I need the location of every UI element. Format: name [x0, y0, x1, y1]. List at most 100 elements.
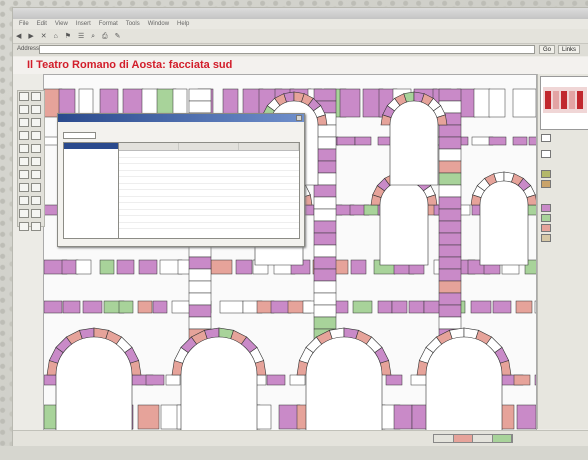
stop-icon[interactable]: ✕ — [41, 32, 47, 40]
masonry-block — [350, 259, 367, 275]
print-icon[interactable]: ⎙ — [102, 33, 108, 41]
property-cell — [239, 171, 299, 177]
menu-item-edit[interactable]: Edit — [37, 21, 47, 27]
overview-thumbnail[interactable] — [540, 76, 588, 130]
pillar-block — [438, 184, 462, 198]
property-cell — [179, 184, 239, 190]
tool-icon[interactable] — [31, 118, 41, 127]
masonry-block — [377, 300, 393, 314]
pillar-block — [438, 268, 462, 282]
layer-swatch — [541, 169, 551, 178]
property-row[interactable] — [119, 223, 299, 229]
property-table — [118, 142, 300, 239]
menu-item-window[interactable]: Window — [148, 21, 169, 27]
tool-icon[interactable] — [31, 105, 41, 114]
pillar-block — [188, 292, 212, 306]
go-button[interactable]: Go — [539, 45, 556, 54]
masonry-block — [488, 136, 507, 146]
arch-opening — [55, 336, 133, 430]
masonry-block — [235, 259, 253, 275]
layer-swatch — [541, 179, 551, 188]
edit-icon[interactable]: ✎ — [115, 32, 121, 40]
close-icon[interactable] — [296, 115, 302, 121]
tool-icon[interactable] — [31, 144, 41, 153]
menu-item-tools[interactable]: Tools — [126, 21, 140, 27]
masonry-block — [516, 404, 536, 430]
search-icon[interactable]: ⌕ — [91, 33, 95, 41]
property-cell — [179, 171, 239, 177]
pillar-block — [188, 316, 212, 330]
dialog-field[interactable] — [63, 132, 96, 139]
tool-icon[interactable] — [19, 92, 29, 101]
bookmark-icon[interactable]: ⚑ — [65, 32, 71, 40]
property-cell — [179, 210, 239, 216]
pillar-block — [438, 148, 462, 162]
tool-icon[interactable] — [31, 157, 41, 166]
dialog-title — [58, 114, 304, 122]
tool-icon[interactable] — [31, 222, 41, 231]
tool-icon[interactable] — [19, 144, 29, 153]
tool-icon[interactable] — [31, 92, 41, 101]
dialog-list[interactable] — [63, 142, 119, 239]
back-icon[interactable]: ◀ — [16, 32, 21, 40]
tool-icon[interactable] — [31, 183, 41, 192]
masonry-block — [210, 259, 233, 275]
tool-icon[interactable] — [19, 118, 29, 127]
menubar: File Edit View Insert Format Tools Windo… — [13, 19, 588, 29]
tool-icon[interactable] — [19, 209, 29, 218]
masonry-block — [99, 259, 115, 275]
tool-icon[interactable] — [31, 170, 41, 179]
layer-swatch — [541, 133, 551, 142]
menu-item-file[interactable]: File — [19, 21, 29, 27]
pillar-block — [313, 292, 337, 306]
pillar-block — [188, 280, 212, 294]
property-cell — [179, 177, 239, 183]
home-icon[interactable]: ⌂ — [54, 33, 58, 40]
masonry-block — [488, 88, 506, 118]
tool-icon[interactable] — [19, 183, 29, 192]
pillar-block — [438, 220, 462, 234]
pillar-block — [313, 304, 337, 318]
property-cell — [179, 158, 239, 164]
tool-icon[interactable] — [31, 196, 41, 205]
property-cell — [119, 177, 179, 183]
tool-icon[interactable] — [19, 105, 29, 114]
links-button[interactable]: Links — [558, 45, 581, 54]
column-header[interactable] — [239, 143, 299, 150]
tool-icon[interactable] — [31, 209, 41, 218]
selected-list-item[interactable] — [64, 143, 118, 149]
tool-icon[interactable] — [19, 170, 29, 179]
tool-icon[interactable] — [19, 131, 29, 140]
masonry-block — [165, 374, 181, 386]
column-header[interactable] — [179, 143, 239, 150]
zoom-control[interactable] — [433, 434, 513, 443]
tool-icon[interactable] — [19, 222, 29, 231]
pillar-block — [188, 88, 212, 102]
masonry-block — [118, 300, 134, 314]
layer-swatch — [541, 149, 551, 158]
property-cell — [119, 223, 179, 229]
property-cell — [119, 184, 179, 190]
property-cell — [179, 164, 239, 170]
menu-item-view[interactable]: View — [55, 21, 68, 27]
forward-icon[interactable]: ▶ — [28, 32, 33, 40]
pillar-block — [438, 124, 462, 138]
tool-icon[interactable] — [31, 131, 41, 140]
pillar-block — [188, 100, 212, 114]
pillar-block — [438, 244, 462, 258]
window-titlebar — [13, 8, 588, 19]
property-cell — [179, 151, 239, 157]
column-header[interactable] — [119, 143, 179, 150]
menu-icon[interactable]: ☰ — [78, 32, 84, 40]
menu-item-help[interactable]: Help — [177, 21, 189, 27]
tool-icon[interactable] — [19, 157, 29, 166]
tool-icon[interactable] — [19, 196, 29, 205]
masonry-block — [82, 300, 103, 314]
menu-item-insert[interactable]: Insert — [76, 21, 91, 27]
masonry-block — [410, 374, 428, 386]
menu-item-format[interactable]: Format — [99, 21, 118, 27]
address-input[interactable] — [39, 45, 535, 54]
layer-panel — [537, 74, 588, 429]
layer-swatch — [541, 223, 551, 232]
pillar-block — [438, 196, 462, 210]
